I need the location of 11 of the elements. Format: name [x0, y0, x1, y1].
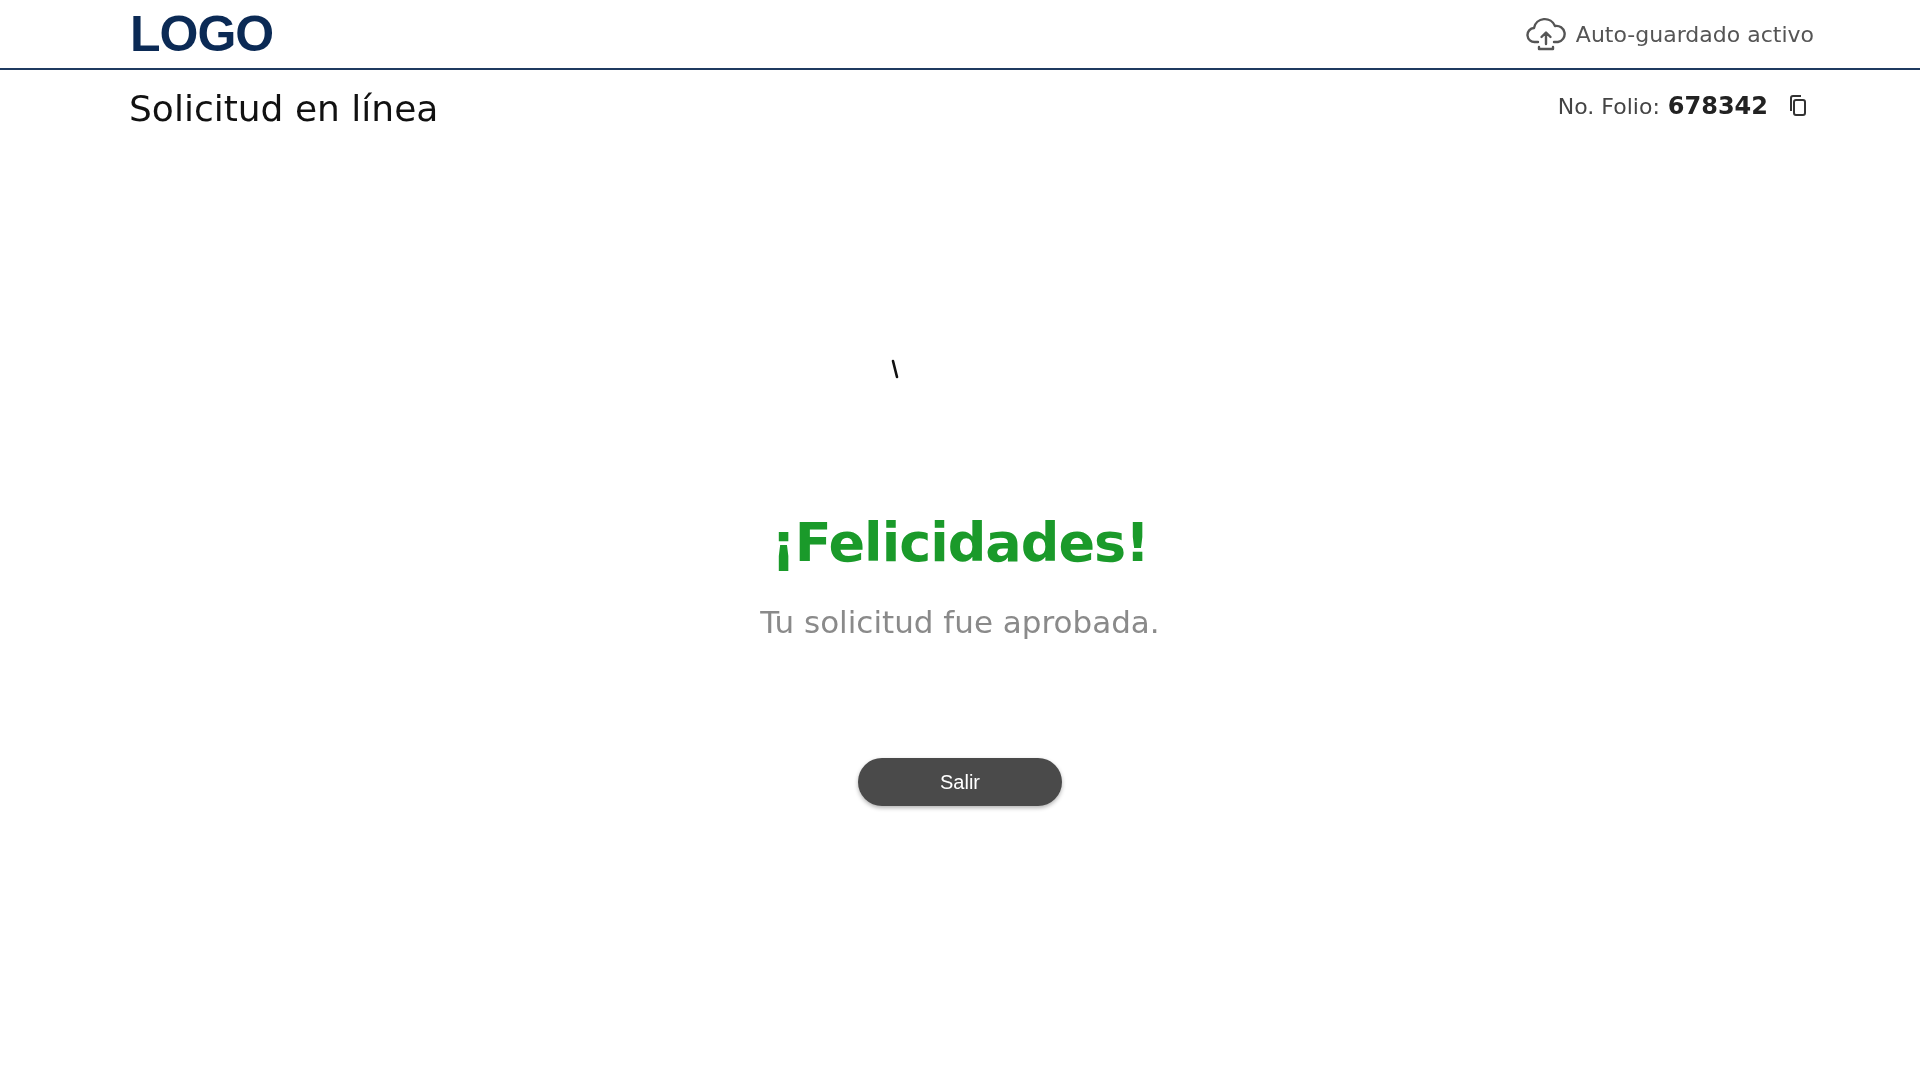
logo: LOGO [130, 5, 274, 63]
cloud-upload-icon [1525, 16, 1566, 52]
success-heading: ¡Felicidades! [771, 511, 1149, 574]
exit-button[interactable]: Salir [858, 758, 1062, 806]
folio-label: No. Folio: [1557, 93, 1660, 119]
folio-number: 678342 [1667, 92, 1768, 120]
approval-message: Tu solicitud fue aprobada. [760, 604, 1160, 640]
loading-mark-icon [891, 359, 899, 379]
copy-icon[interactable] [1788, 95, 1808, 117]
autosave-status: Auto-guardado activo [1575, 21, 1814, 47]
page-title: Solicitud en línea [129, 88, 439, 129]
